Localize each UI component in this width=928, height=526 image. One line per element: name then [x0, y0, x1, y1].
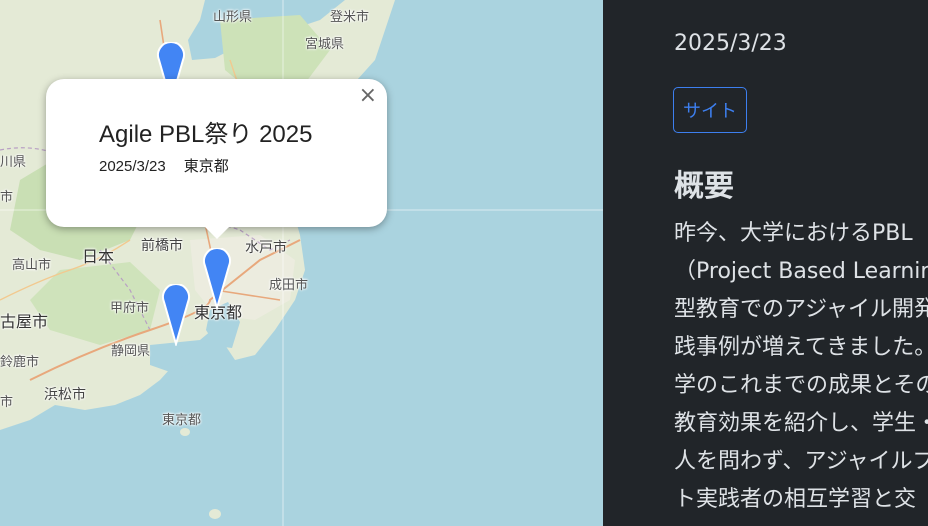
- map-label-miyagi: 宮城県: [305, 37, 345, 52]
- overview-text: 昨今、大学におけるPBL （Project Based Learning） 型教…: [674, 215, 928, 519]
- overview-line: 教育効果を紹介し、学生・: [674, 411, 928, 436]
- site-button[interactable]: サイト: [673, 87, 747, 133]
- overview-line: 人を問わず、アジャイルプロ: [674, 449, 928, 474]
- map-label-maebashi: 前橋市: [141, 238, 183, 254]
- map-marker[interactable]: [202, 248, 232, 310]
- map-label-nagoya: 古屋市: [0, 312, 49, 331]
- popup-date: 2025/3/23: [99, 158, 166, 175]
- map-label-nihon: 日本: [82, 247, 115, 266]
- event-detail-panel: 2025/3/23 サイト 概要 昨今、大学におけるPBL （Project B…: [603, 0, 928, 526]
- map-label-yamagata: 山形県: [213, 10, 253, 25]
- map-label-tome: 登米市: [330, 10, 370, 25]
- popup-tip: [204, 226, 230, 239]
- overview-line: 学のこれまでの成果とその: [674, 373, 928, 398]
- map-label-kawaken: 川県: [0, 155, 27, 170]
- popup-close-button[interactable]: ×: [359, 85, 377, 107]
- map-marker[interactable]: [161, 284, 191, 346]
- map-label-narita: 成田市: [269, 278, 309, 293]
- map-label-shi-2: 市: [0, 395, 14, 410]
- overview-line: ト実践者の相互学習と交: [674, 487, 917, 512]
- popup-meta: 2025/3/23 東京都: [99, 155, 229, 176]
- marker-popup: × Agile PBL祭り 2025 2025/3/23 東京都: [46, 79, 387, 239]
- map-label-shi: 市: [0, 190, 14, 205]
- map-label-kofu: 甲府市: [110, 301, 150, 316]
- map-label-shizuoka: 静岡県: [111, 344, 151, 359]
- overview-line: （Project Based Learning）: [674, 259, 928, 284]
- map-label-hamamatsu: 浜松市: [44, 387, 86, 403]
- map-label-tokyo-islands: 東京都: [162, 413, 202, 428]
- overview-heading: 概要: [674, 169, 734, 204]
- map-label-takayama: 高山市: [12, 258, 52, 273]
- map-label-mito: 水戸市: [245, 240, 287, 256]
- map-label-suzuka: 鈴鹿市: [0, 355, 40, 370]
- popup-title: Agile PBL祭り 2025: [99, 121, 313, 148]
- map-view[interactable]: 山形県 登米市 宮城県 川県 市 高山市 日本 前橋市 水戸市 成田市 甲府市 …: [0, 0, 603, 526]
- overview-line: 践事例が増えてきました。: [674, 335, 928, 360]
- event-date: 2025/3/23: [674, 31, 787, 56]
- overview-line: 型教育でのアジャイル開発: [674, 297, 928, 322]
- popup-location: 東京都: [183, 158, 229, 175]
- overview-line: 昨今、大学におけるPBL: [674, 221, 913, 246]
